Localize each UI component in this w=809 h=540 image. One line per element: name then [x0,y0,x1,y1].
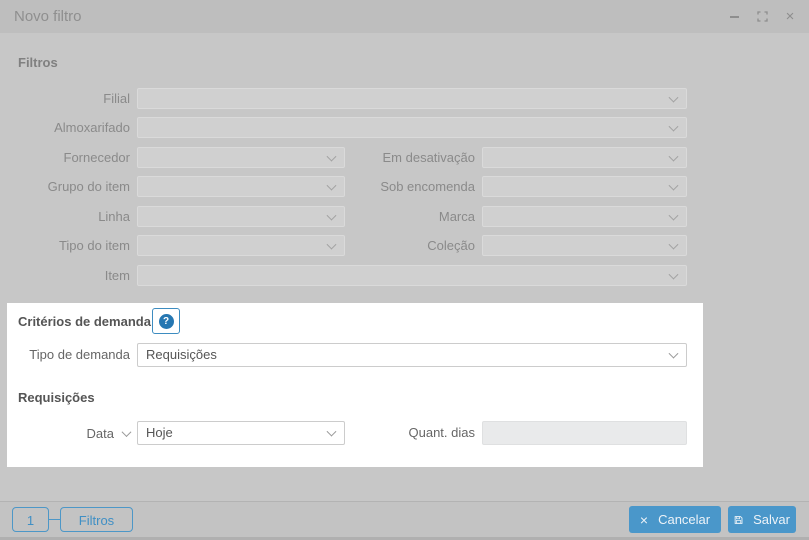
footer-bar: 1 Filtros × Cancelar Salvar [0,501,809,540]
item-label: Item [104,268,130,283]
window-controls: × [727,7,799,25]
marca-select[interactable] [482,206,687,227]
requisicoes-section-title: Requisições [18,390,95,405]
grupo-do-item-label: Grupo do item [47,179,130,194]
chevron-down-icon [668,210,679,221]
close-x-icon: × [639,511,649,528]
maximize-button[interactable] [755,10,769,24]
help-button[interactable]: ? [152,308,180,334]
chevron-down-icon [326,151,337,162]
quant-dias-label: Quant. dias [408,425,476,440]
cancel-button[interactable]: × Cancelar [629,506,721,533]
chevron-down-icon [668,92,679,103]
sob-encomenda-label: Sob encomenda [380,179,475,194]
tipo-do-item-label: Tipo do item [58,238,130,253]
chevron-down-icon [668,121,679,132]
sob-encomenda-select[interactable] [482,176,687,197]
chevron-down-icon [668,180,679,191]
em-desativacao-label: Em desativação [382,150,476,165]
chevron-down-icon [668,348,679,359]
tipo-de-demanda-select[interactable]: Requisições [137,343,687,367]
chevron-down-icon [326,180,337,191]
minimize-icon [729,15,739,18]
minimize-button[interactable] [727,10,741,24]
tipo-de-demanda-value: Requisições [146,347,217,362]
filial-select[interactable] [137,88,687,109]
data-field-selector[interactable]: Data [7,421,132,445]
item-select[interactable] [137,265,687,286]
filtros-tab-button[interactable]: Filtros [60,507,133,532]
maximize-icon [756,11,768,22]
data-value-select[interactable]: Hoje [137,421,345,445]
linha-select[interactable] [137,206,345,227]
chevron-down-icon [326,239,337,250]
titlebar: Novo filtro × [0,0,809,33]
chevron-down-icon [668,239,679,250]
linha-label: Linha [98,209,130,224]
filtros-section-title: Filtros [18,55,58,70]
question-mark-icon: ? [158,313,174,329]
data-label: Data [86,425,114,441]
grupo-do-item-select[interactable] [137,176,345,197]
colecao-label: Coleção [427,238,475,253]
filial-label: Filial [103,91,130,106]
marca-label: Marca [438,209,475,224]
cancel-button-label: Cancelar [658,512,711,527]
fornecedor-label: Fornecedor [63,150,130,165]
novo-filtro-dialog: Novo filtro × Filtros Filial Almoxarifad… [0,0,809,540]
fornecedor-select[interactable] [137,147,345,168]
almoxarifado-label: Almoxarifado [54,120,130,135]
chevron-down-icon [326,426,337,437]
save-button-label: Salvar [753,512,790,527]
chevron-down-icon [668,151,679,162]
close-icon: × [785,7,795,25]
save-button[interactable]: Salvar [728,506,796,533]
tipo-do-item-select[interactable] [137,235,345,256]
colecao-select[interactable] [482,235,687,256]
chevron-down-icon [326,210,337,221]
criterios-de-demanda-section: Critérios de demanda ? Tipo de demanda R… [7,303,703,467]
quant-dias-input [482,421,687,445]
dialog-title: Novo filtro [14,8,82,25]
floppy-disk-icon [734,515,743,524]
page-number-button[interactable]: 1 [12,507,49,532]
criterios-section-title: Critérios de demanda [18,314,151,329]
chevron-down-icon [668,269,679,280]
chevron-down-icon [121,426,132,437]
close-button[interactable]: × [783,7,797,25]
tipo-de-demanda-label: Tipo de demanda [29,347,130,362]
em-desativacao-select[interactable] [482,147,687,168]
data-value: Hoje [146,425,173,440]
almoxarifado-select[interactable] [137,117,687,138]
